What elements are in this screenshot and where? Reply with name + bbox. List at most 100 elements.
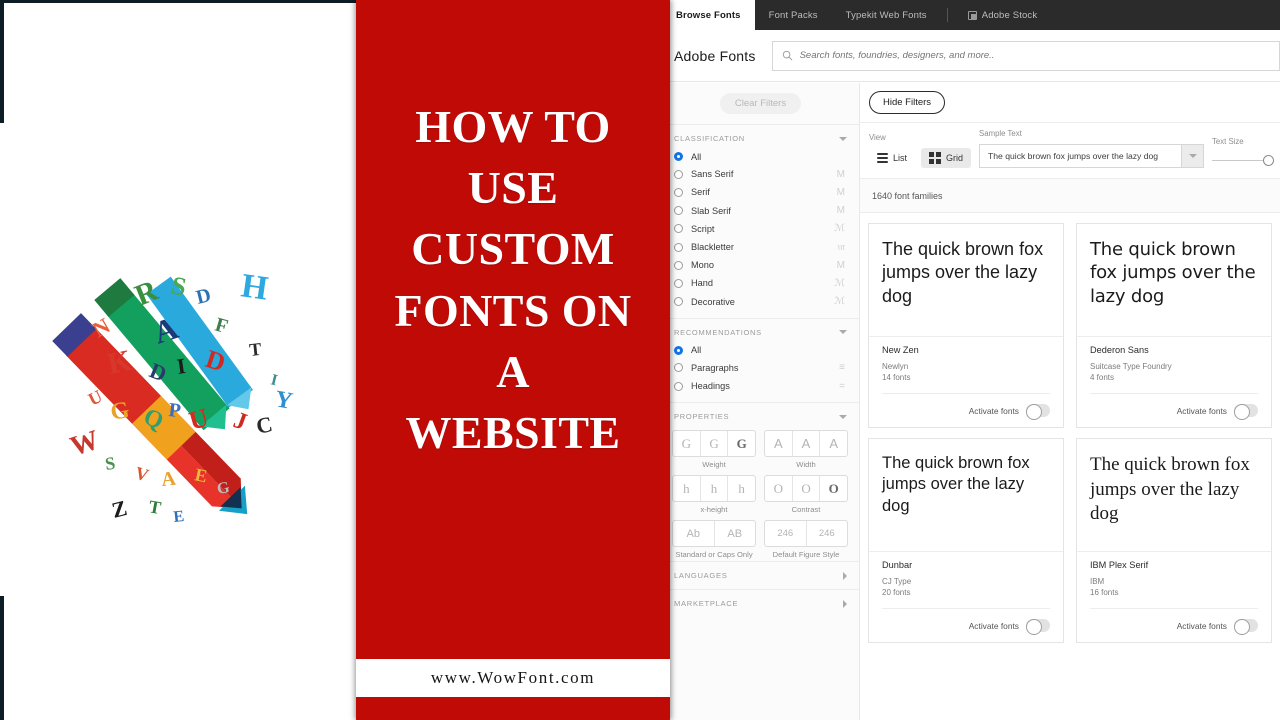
figure-cell-oldstyle[interactable]: 246: [807, 521, 848, 546]
tab-typekit-web-fonts[interactable]: Typekit Web Fonts: [832, 0, 941, 30]
font-card[interactable]: The quick brown fox jumps over the lazy …: [1076, 438, 1272, 643]
hide-filters-button[interactable]: Hide Filters: [869, 91, 946, 114]
tab-font-packs[interactable]: Font Packs: [755, 0, 832, 30]
svg-text:S: S: [169, 271, 189, 302]
property-group-caps: Ab AB Standard or Caps Only: [672, 520, 756, 559]
filter-option-paragraphs[interactable]: Paragraphs ≡: [662, 359, 859, 377]
filter-option-blackletter[interactable]: Blackletter 𝔪: [662, 238, 859, 256]
font-count: 4 fonts: [1090, 373, 1115, 382]
tab-adobe-stock-label: Adobe Stock: [981, 9, 1038, 21]
section-header-properties[interactable]: PROPERTIES: [662, 403, 859, 426]
font-count: 16 fonts: [1090, 588, 1119, 597]
radio-icon: [674, 152, 683, 162]
sidebar-item-marketplace[interactable]: MARKETPLACE: [662, 589, 859, 617]
sidebar-item-languages[interactable]: LANGUAGES: [662, 561, 859, 589]
search-input[interactable]: [799, 50, 1279, 61]
glyph-preview-icon: ℳ: [834, 223, 845, 235]
clear-filters-button[interactable]: Clear Filters: [719, 93, 802, 114]
contrast-cell-low[interactable]: O: [765, 476, 793, 502]
activate-fonts-label: Activate fonts: [968, 405, 1019, 416]
activate-row: Activate fonts: [882, 393, 1050, 427]
filter-option-all-classification[interactable]: All: [662, 148, 859, 165]
weight-cell-bold[interactable]: G: [728, 431, 755, 456]
tab-typekit-web-fonts-label: Typekit Web Fonts: [845, 9, 927, 21]
caps-cell-standard[interactable]: Ab: [673, 521, 715, 547]
filter-option-serif[interactable]: Serif M: [662, 183, 859, 201]
activate-fonts-toggle[interactable]: [1026, 618, 1050, 635]
svg-text:Z: Z: [109, 495, 129, 523]
view-option-list[interactable]: List: [869, 149, 915, 167]
tab-browse-fonts[interactable]: Browse Fonts: [662, 0, 755, 30]
section-header-classification[interactable]: CLASSIFICATION: [662, 125, 859, 148]
xheight-cell-large[interactable]: h: [728, 476, 755, 501]
filter-option-slab-serif[interactable]: Slab Serif M: [662, 202, 859, 220]
radio-icon: [674, 260, 683, 270]
activate-fonts-toggle[interactable]: [1234, 403, 1258, 420]
filter-option-headings[interactable]: Headings =: [662, 377, 859, 395]
section-title-recommendations: RECOMMENDATIONS: [674, 327, 762, 337]
panel-left-border-top: [0, 0, 4, 123]
filter-option-sans-serif[interactable]: Sans Serif M: [662, 165, 859, 183]
activate-fonts-toggle[interactable]: [1026, 403, 1050, 420]
properties-grid: G G G Weight A A A Width h h h x-height …: [662, 426, 859, 561]
title-line-4: FONTS ON: [394, 284, 632, 336]
tab-adobe-stock[interactable]: Adobe Stock: [954, 0, 1052, 30]
text-size-control: Text Size: [1212, 137, 1274, 168]
font-card[interactable]: The quick brown fox jumps over the lazy …: [1076, 223, 1272, 428]
width-cell-narrow[interactable]: A: [765, 431, 793, 457]
search-field-wrapper[interactable]: [771, 40, 1280, 71]
section-header-recommendations[interactable]: RECOMMENDATIONS: [662, 319, 859, 342]
glyph-preview-icon: M: [836, 259, 845, 271]
svg-text:D: D: [194, 284, 213, 309]
filter-option-hand[interactable]: Hand ℳ: [662, 274, 859, 292]
activate-fonts-label: Activate fonts: [1176, 620, 1227, 631]
list-view-icon: [877, 153, 888, 163]
property-group-contrast: O O O Contrast: [764, 475, 848, 514]
filter-option-decorative[interactable]: Decorative ℳ: [662, 293, 859, 311]
xheight-cell-small[interactable]: h: [673, 476, 701, 502]
filter-label: Blackletter: [691, 242, 734, 253]
filter-label: Script: [691, 223, 715, 234]
font-family-name: Dederon Sans: [1090, 345, 1149, 355]
contrast-cell-high[interactable]: O: [820, 476, 847, 501]
svg-text:V: V: [133, 463, 151, 486]
width-cell-wide[interactable]: A: [820, 431, 847, 456]
font-card[interactable]: The quick brown fox jumps over the lazy …: [868, 223, 1064, 428]
sample-text-select[interactable]: The quick brown fox jumps over the lazy …: [979, 144, 1204, 168]
filter-label: Paragraphs: [691, 362, 739, 373]
text-size-slider[interactable]: [1212, 152, 1274, 168]
weight-cell-light[interactable]: G: [673, 431, 701, 457]
colorful-pencil-illustration: R S D H A F N K D I D T I U G Q P U J C: [52, 267, 295, 526]
activate-fonts-toggle[interactable]: [1234, 618, 1258, 635]
contrast-cell-medium[interactable]: O: [793, 476, 821, 502]
font-card[interactable]: The quick brown fox jumps over the lazy …: [868, 438, 1064, 643]
thumbnail-left-panel: R S D H A F N K D I D T I U G Q P U J C: [0, 0, 356, 720]
weight-cell-regular[interactable]: G: [701, 431, 729, 457]
caps-cell-caps-only[interactable]: AB: [715, 521, 756, 546]
search-icon: [782, 50, 793, 61]
figure-cell-lining[interactable]: 246: [765, 521, 807, 547]
slider-handle[interactable]: [1263, 154, 1274, 166]
filter-option-all-recommendations[interactable]: All: [662, 342, 859, 359]
clear-filters-row: Clear Filters: [662, 83, 859, 125]
title-line-5: A: [496, 345, 530, 397]
glyph-preview-icon: ℳ: [834, 277, 845, 289]
heading-preview-icon: =: [839, 380, 845, 392]
activate-row: Activate fonts: [882, 608, 1050, 642]
font-card-meta: IBM Plex Serif IBM 16 fonts: [1077, 551, 1271, 608]
chevron-right-icon: [843, 571, 847, 580]
hide-filters-row: Hide Filters: [860, 83, 1280, 123]
view-option-grid[interactable]: Grid: [921, 148, 972, 168]
xheight-cell-medium[interactable]: h: [701, 476, 729, 502]
svg-text:E: E: [173, 508, 185, 526]
chevron-down-icon[interactable]: [1181, 145, 1203, 167]
filter-option-script[interactable]: Script ℳ: [662, 220, 859, 238]
main-content: Hide Filters View List Grid Sample Text …: [860, 83, 1280, 720]
width-cell-normal[interactable]: A: [793, 431, 821, 457]
filter-label: Mono: [691, 260, 714, 271]
chevron-down-icon: [839, 330, 847, 335]
radio-icon: [674, 345, 683, 355]
title-line-2: USE: [467, 162, 559, 214]
filter-option-mono[interactable]: Mono M: [662, 256, 859, 274]
app-search-header: Adobe Fonts: [662, 30, 1280, 82]
